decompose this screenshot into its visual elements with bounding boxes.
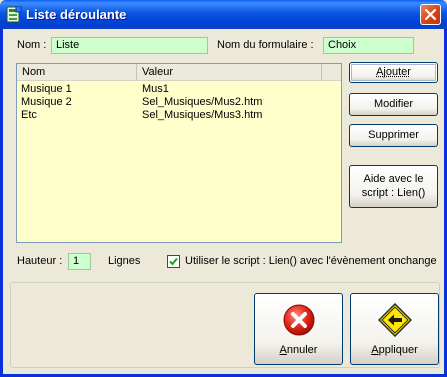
apply-label-rest: ppliquer [378, 344, 418, 356]
use-script-label[interactable]: Utiliser le script : Lien() avec l'évène… [185, 255, 437, 267]
script-help-label-line2: script : Lien() [361, 187, 426, 199]
modify-button-label: Modifier [373, 98, 414, 110]
add-button-label: Ajouter [376, 66, 411, 78]
list-row[interactable]: Musique 2 Sel_Musiques/Mus2.htm [17, 96, 341, 108]
options-list[interactable]: Nom Valeur Musique 1 Mus1 Musique 2 Sel_… [16, 63, 342, 243]
cancel-label-rest: nnuler [286, 344, 318, 356]
row-name: Musique 2 [21, 96, 72, 108]
row-name: Musique 1 [21, 83, 72, 95]
delete-button-label: Supprimer [368, 129, 419, 141]
delete-button[interactable]: Supprimer [349, 124, 438, 147]
cancel-button-label: Annuler [279, 344, 318, 356]
apply-button-label: Appliquer [371, 344, 418, 356]
list-row[interactable]: Etc Sel_Musiques/Mus3.htm [17, 109, 341, 121]
list-header: Nom Valeur [17, 64, 341, 81]
script-help-button[interactable]: Aide avec le script : Lien() [349, 165, 438, 208]
column-header-nom[interactable]: Nom [17, 64, 137, 80]
list-row[interactable]: Musique 1 Mus1 [17, 83, 341, 95]
column-header-valeur[interactable]: Valeur [137, 64, 322, 80]
add-button[interactable]: Ajouter [349, 62, 438, 83]
cancel-button[interactable]: Annuler [254, 293, 343, 365]
cancel-x-icon [283, 304, 315, 336]
app-icon [6, 6, 22, 23]
column-header-filler [322, 64, 341, 80]
window-title: Liste déroulante [26, 7, 127, 22]
arrow-left-sign-icon [378, 303, 412, 337]
dialog-window: Liste déroulante Nom : Liste Nom du form… [0, 0, 447, 377]
form-name-field[interactable]: Choix [323, 37, 414, 54]
close-icon [425, 9, 436, 20]
lines-label: Lignes [108, 255, 141, 267]
script-help-label-line1: Aide avec le [363, 173, 424, 185]
use-script-checkbox[interactable] [167, 255, 180, 268]
row-value: Sel_Musiques/Mus3.htm [142, 109, 263, 121]
checkmark-icon [169, 257, 178, 266]
row-value: Sel_Musiques/Mus2.htm [142, 96, 263, 108]
close-button[interactable] [420, 4, 441, 25]
row-name: Etc [21, 109, 37, 121]
form-name-label: Nom du formulaire : [217, 39, 314, 51]
row-value: Mus1 [142, 83, 169, 95]
title-bar: Liste déroulante [0, 0, 447, 29]
nom-label: Nom : [17, 39, 47, 51]
height-field[interactable]: 1 [68, 253, 91, 270]
apply-button[interactable]: Appliquer [350, 293, 439, 365]
height-label: Hauteur : [17, 255, 63, 267]
modify-button[interactable]: Modifier [349, 93, 438, 116]
nom-field[interactable]: Liste [51, 37, 208, 54]
